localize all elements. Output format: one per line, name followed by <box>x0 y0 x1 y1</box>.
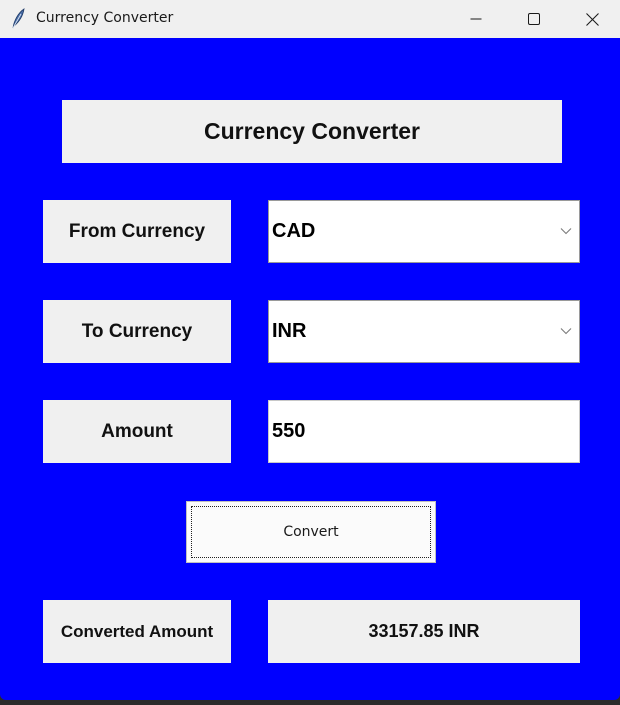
app-window: Currency Converter Currency Converter Fr… <box>0 0 620 700</box>
from-currency-label: From Currency <box>43 200 231 263</box>
convert-button[interactable]: Convert <box>186 501 436 563</box>
close-button[interactable] <box>563 0 620 38</box>
minimize-icon <box>470 18 482 20</box>
to-currency-label: To Currency <box>43 300 231 363</box>
amount-label: Amount <box>43 400 231 463</box>
to-currency-value: INR <box>272 320 307 342</box>
converted-amount-value: 33157.85 INR <box>268 600 580 663</box>
minimize-button[interactable] <box>447 0 505 38</box>
from-currency-value: CAD <box>272 220 316 242</box>
feather-icon <box>10 8 26 30</box>
close-icon <box>585 12 599 26</box>
from-currency-select[interactable]: CAD <box>268 200 580 263</box>
window-title: Currency Converter <box>36 10 174 26</box>
converted-amount-label: Converted Amount <box>43 600 231 663</box>
to-currency-select[interactable]: INR <box>268 300 580 363</box>
chevron-down-icon <box>560 328 572 335</box>
amount-input[interactable]: 550 <box>268 400 580 463</box>
maximize-button[interactable] <box>505 0 563 38</box>
focus-ring <box>191 506 431 558</box>
amount-value: 550 <box>272 420 306 442</box>
title-bar: Currency Converter <box>0 0 620 38</box>
maximize-icon <box>528 13 540 25</box>
chevron-down-icon <box>560 228 572 235</box>
app-heading: Currency Converter <box>62 100 562 163</box>
